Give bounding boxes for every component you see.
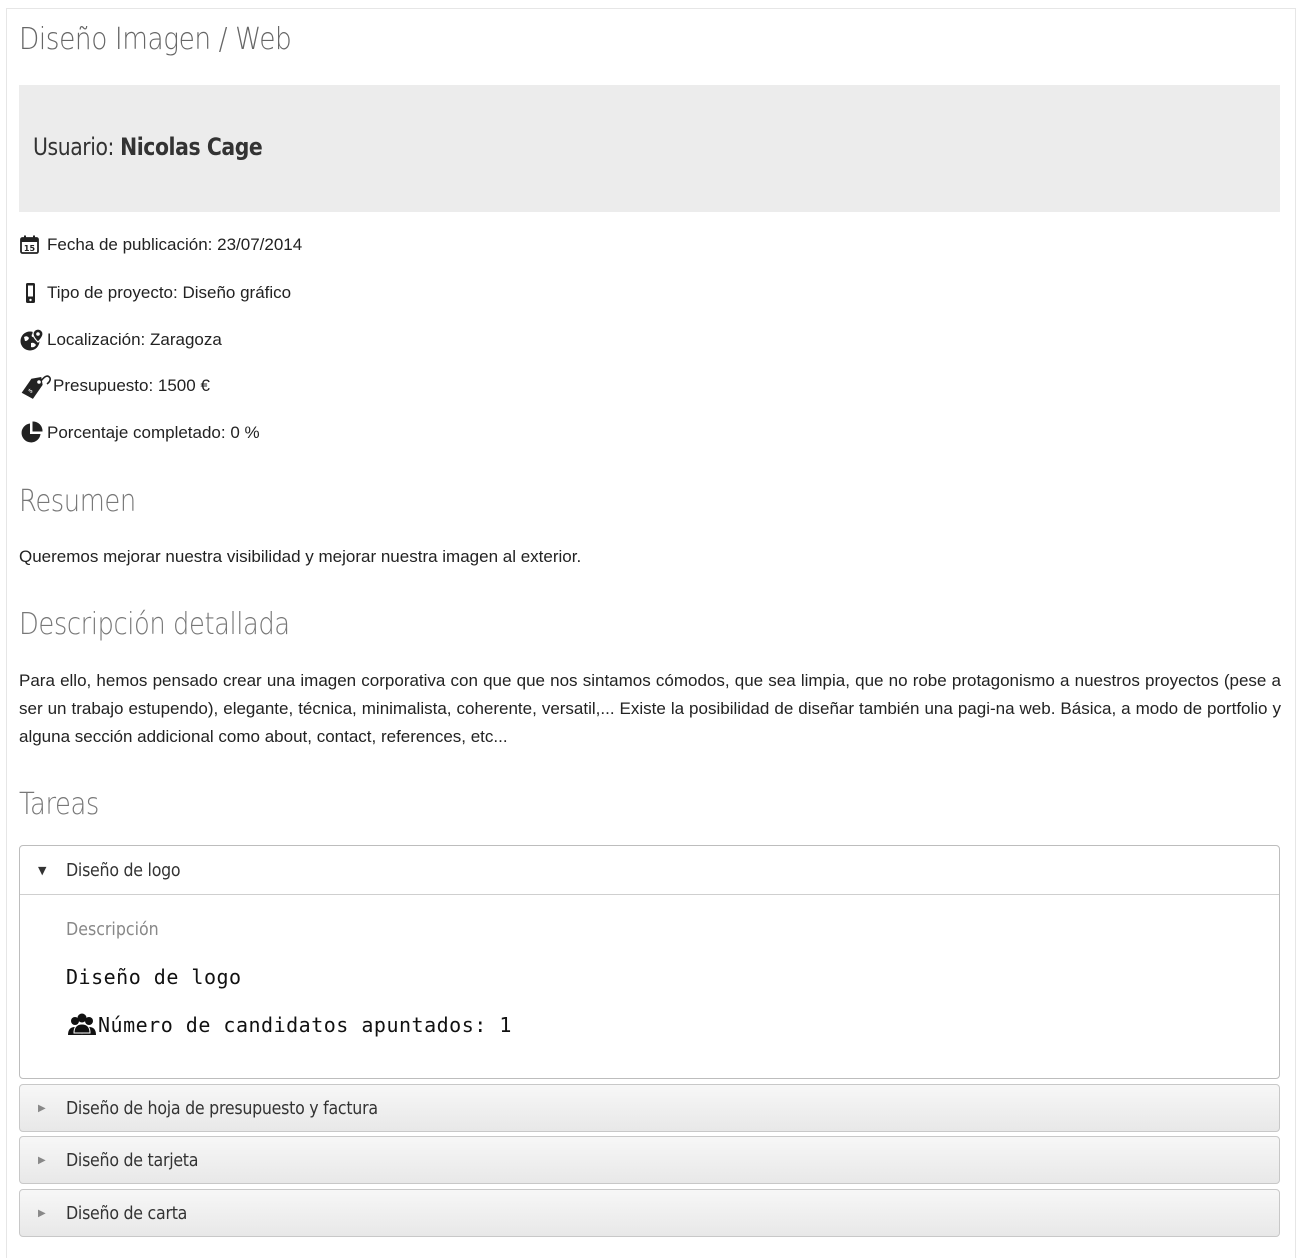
details-heading: Descripción detallada xyxy=(19,607,290,642)
user-label: Usuario: xyxy=(33,133,115,161)
user-box: Usuario: Nicolas Cage xyxy=(19,85,1280,212)
meta-progress-text: Porcentaje completado: 0 % xyxy=(47,423,260,442)
svg-text:15: 15 xyxy=(24,244,36,253)
meta-type-text: Tipo de proyecto: Diseño gráfico xyxy=(47,283,292,302)
mobile-icon xyxy=(19,280,47,306)
price-tag-icon: $ xyxy=(19,373,53,399)
task-title: Diseño de tarjeta xyxy=(66,1149,199,1171)
caret-right-icon: ▶ xyxy=(38,1207,46,1219)
caret-right-icon: ▶ xyxy=(38,1154,46,1166)
task-candidates-text: Número de candidatos apuntados: 1 xyxy=(98,1013,512,1037)
task-title: Diseño de carta xyxy=(66,1202,188,1224)
task-header-invoice[interactable]: ▶ Diseño de hoja de presupuesto y factur… xyxy=(19,1084,1280,1132)
meta-location-text: Localización: Zaragoza xyxy=(47,330,222,349)
globe-pin-icon xyxy=(19,327,47,353)
task-header-card[interactable]: ▶ Diseño de tarjeta xyxy=(19,1136,1280,1184)
task-description: Diseño de logo xyxy=(66,965,242,989)
task-description-label: Descripción xyxy=(66,919,159,940)
pie-chart-icon xyxy=(19,420,47,446)
task-title: Diseño de hoja de presupuesto y factura xyxy=(66,1097,378,1119)
task-title: Diseño de logo xyxy=(66,859,181,881)
summary-heading: Resumen xyxy=(19,484,136,519)
user-line: Usuario: Nicolas Cage xyxy=(33,133,263,161)
task-body-logo: Descripción Diseño de logo Número de can… xyxy=(20,894,1279,1078)
caret-down-icon: ▼ xyxy=(38,863,47,877)
task-candidates: Número de candidatos apuntados: 1 xyxy=(66,1013,512,1037)
meta-location: Localización: Zaragoza xyxy=(19,327,222,353)
meta-type: Tipo de proyecto: Diseño gráfico xyxy=(19,280,291,306)
task-panel-logo: ▼ Diseño de logo Descripción Diseño de l… xyxy=(19,845,1280,1079)
task-header-logo[interactable]: ▼ Diseño de logo xyxy=(20,846,1279,894)
tasks-heading: Tareas xyxy=(19,787,99,822)
page-title: Diseño Imagen / Web xyxy=(19,22,292,57)
task-header-letter[interactable]: ▶ Diseño de carta xyxy=(19,1189,1280,1237)
calendar-icon: 15 xyxy=(19,232,47,258)
meta-date-text: Fecha de publicación: 23/07/2014 xyxy=(47,235,303,254)
meta-budget: $ Presupuesto: 1500 € xyxy=(19,373,210,399)
users-icon xyxy=(66,1013,98,1037)
user-name[interactable]: Nicolas Cage xyxy=(120,133,263,161)
meta-budget-text: Presupuesto: 1500 € xyxy=(53,376,210,395)
meta-progress: Porcentaje completado: 0 % xyxy=(19,420,260,446)
details-text: Para ello, hemos pensado crear una image… xyxy=(19,671,1281,746)
meta-date: 15 Fecha de publicación: 23/07/2014 xyxy=(19,232,302,258)
caret-right-icon: ▶ xyxy=(38,1102,46,1114)
summary-text: Queremos mejorar nuestra visibilidad y m… xyxy=(19,547,582,566)
